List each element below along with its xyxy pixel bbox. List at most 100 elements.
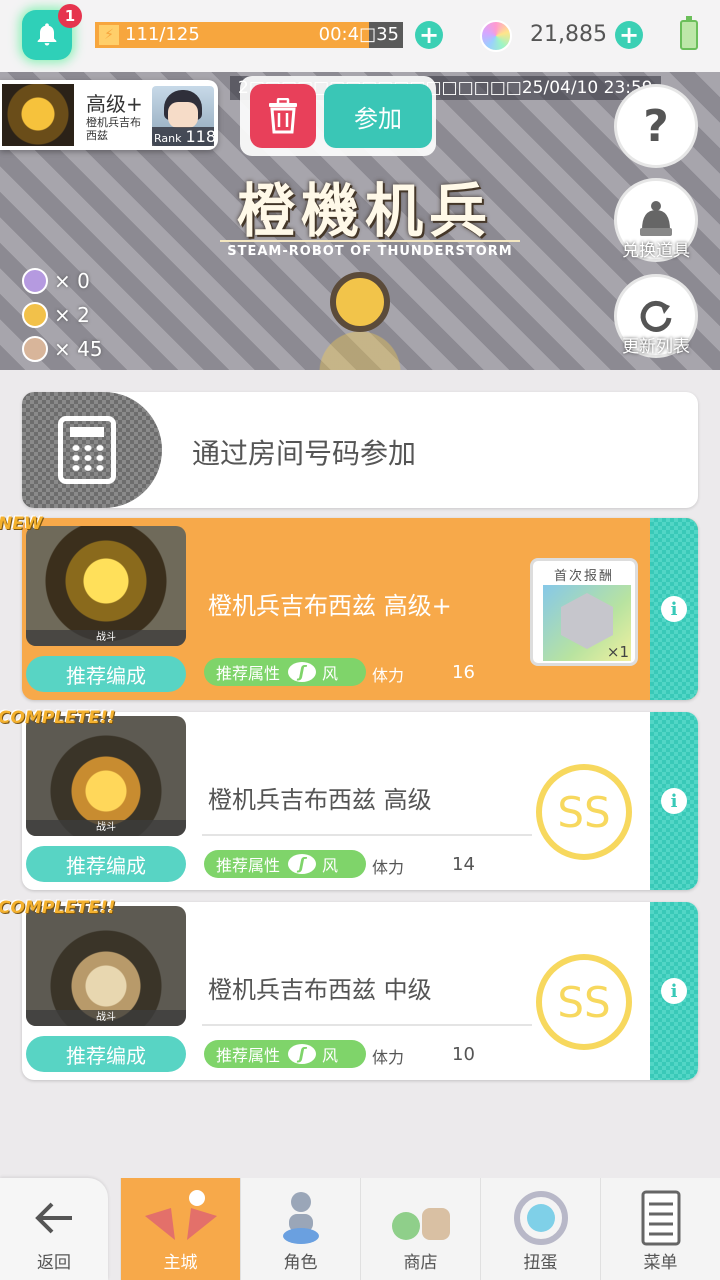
gold-medal-icon [22,302,48,328]
shop-bag-icon [361,1188,480,1248]
nav-characters-label: 角色 [283,1253,318,1273]
currency-row-purple: × 0 [22,268,90,294]
nav-gacha[interactable]: 扭蛋 [480,1178,600,1280]
reward-quantity: ×1 [606,643,629,661]
attribute-label: 推荐属性 [216,1046,281,1065]
boss-thumbnail [2,84,74,146]
status-bar: 1 ⚡ 111/125 00:4□35 + 21,885 + [0,0,720,72]
nav-characters[interactable]: 角色 [240,1178,360,1280]
quest-info-button[interactable]: i [650,518,698,700]
attribute-value: 风 [322,664,339,683]
recommended-party-button[interactable]: 推荐编成 [26,1036,186,1072]
robot-eye-graphic [330,272,390,332]
stamina-cost: 14 [452,854,475,875]
host-rank: Rank 118 [152,127,217,146]
stamina-label: 体力 [372,666,405,685]
stamina-label: 体力 [372,858,405,877]
complete-tag: COMPLETE!! [0,708,116,728]
clear-rank-badge: SS [536,954,632,1050]
new-tag: NEW [0,514,43,534]
currency-count: × 2 [54,303,90,327]
quest-thumbnail: 战斗 [26,716,186,836]
attribute-value: 风 [322,1046,339,1065]
quest-name: 橙机兵吉布西兹 高级 [208,786,432,814]
quest-info-button[interactable]: i [650,712,698,890]
room-number-icon-panel [22,392,162,508]
exchange-label: 兑换道具 [622,241,690,261]
event-subtitle: STEAM-ROBOT OF THUNDERSTORM [220,240,520,259]
battery-icon [680,16,698,50]
gacha-orb-icon [481,1188,600,1248]
clear-rank-badge: SS [536,764,632,860]
calculator-icon [58,416,116,484]
question-icon: ? [643,100,669,152]
gem-count: 21,885 [530,22,607,47]
recommended-attribute: 推荐属性 ʃ 风 [204,850,366,878]
stamina-cost: 16 [452,662,475,683]
bolt-icon: ⚡ [99,25,119,45]
quest-card[interactable]: 战斗 推荐编成 橙机兵吉布西兹 高级+ 推荐属性 ʃ 风 体力 16 首次报酬 … [22,518,698,700]
back-button[interactable]: 返回 [0,1178,108,1280]
currency-count: × 0 [54,269,90,293]
beanie-icon [640,201,672,236]
battle-label: 战斗 [26,1010,186,1026]
join-by-room-label: 通过房间号码参加 [192,437,417,470]
divider [202,1024,532,1026]
info-icon: i [661,978,687,1004]
gem-icon [480,20,512,52]
complete-tag: COMPLETE!! [0,898,116,918]
back-arrow-icon [0,1188,108,1248]
attribute-label: 推荐属性 [216,856,281,875]
help-button[interactable]: ? [614,84,698,168]
quest-info-button[interactable]: i [650,902,698,1080]
host-avatar: Rank 118 [152,86,217,146]
wind-icon: ʃ [288,662,317,682]
add-stamina-button[interactable]: + [415,21,443,49]
purple-medal-icon [22,268,48,294]
event-logo: 橙機机兵 [236,177,493,245]
nav-menu-label: 菜单 [643,1253,678,1273]
bronze-medal-icon [22,336,48,362]
recommended-attribute: 推荐属性 ʃ 风 [204,1040,366,1068]
stamina-cost: 10 [452,1044,475,1065]
nav-shop-label: 商店 [403,1253,438,1273]
nav-menu[interactable]: 菜单 [600,1178,720,1280]
wind-icon: ʃ [288,854,317,874]
quest-card[interactable]: 战斗 推荐编成 橙机兵吉布西兹 高级 推荐属性 ʃ 风 体力 14 SS i [22,712,698,890]
avatar-face [168,102,198,128]
currency-row-gold: × 2 [22,302,90,328]
bottom-navigation: 返回 主城 角色 商店 扭蛋 菜单 [0,1178,720,1280]
join-button[interactable]: 参加 [324,84,432,148]
character-icon [241,1188,360,1248]
notification-badge: 1 [58,4,82,28]
nav-shop[interactable]: 商店 [360,1178,480,1280]
recommended-attribute: 推荐属性 ʃ 风 [204,658,366,686]
info-icon: i [661,788,687,814]
raid-recruit-card[interactable]: 高级+ 橙机兵吉布西兹 Rank 118 [0,80,218,150]
add-gems-button[interactable]: + [615,21,643,49]
join-by-room-number-button[interactable]: 通过房间号码参加 [22,392,698,508]
home-town-icon [121,1188,240,1248]
quest-thumbnail: 战斗 [26,906,186,1026]
wind-icon: ʃ [288,1044,317,1064]
nav-home[interactable]: 主城 [120,1178,240,1280]
refresh-icon [640,300,672,332]
first-clear-reward[interactable]: 首次报酬 ×1 [530,558,638,666]
quest-name: 橙机兵吉布西兹 中级 [208,976,432,1004]
rank-value: 118 [185,127,217,146]
stamina-text: 111/125 [125,24,200,45]
currency-count: × 45 [54,337,103,361]
nav-home-label: 主城 [163,1253,198,1273]
reward-caption: 首次报酬 [553,569,614,584]
quest-card[interactable]: 战斗 推荐编成 橙机兵吉布西兹 中级 推荐属性 ʃ 风 体力 10 SS i [22,902,698,1080]
recruit-difficulty: 高级+ [86,92,143,116]
delete-button[interactable] [250,84,316,148]
stamina-label: 体力 [372,1048,405,1067]
recommended-party-button[interactable]: 推荐编成 [26,656,186,692]
refresh-label: 更新列表 [622,337,690,357]
recommended-party-button[interactable]: 推荐编成 [26,846,186,882]
recruit-boss-name: 橙机兵吉布西兹 [86,116,141,142]
battle-label: 战斗 [26,630,186,646]
quest-name: 橙机兵吉布西兹 高级+ [208,592,452,620]
menu-list-icon [601,1188,720,1248]
